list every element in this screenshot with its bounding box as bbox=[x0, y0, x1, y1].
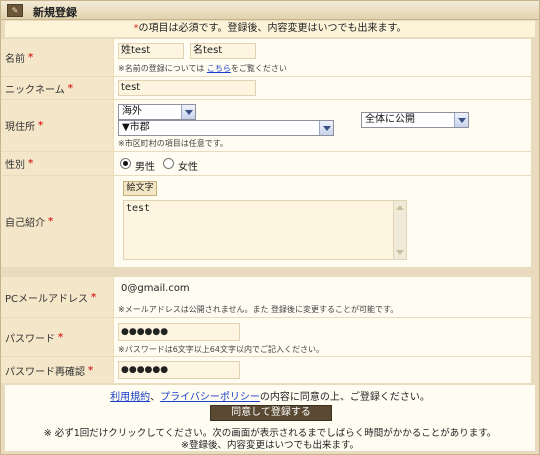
name-note: ※名前の登録については こちらをご覧ください bbox=[118, 63, 287, 74]
label-residence: 現住所 * bbox=[1, 100, 113, 151]
value-gender: 男性 女性 bbox=[114, 152, 531, 175]
required-star: * bbox=[48, 216, 54, 227]
required-notice-text: の項目は必須です。登録後、内容変更はいつでも出来ます。 bbox=[138, 23, 407, 34]
required-star: * bbox=[38, 120, 44, 131]
value-nickname: test bbox=[114, 77, 531, 99]
form-footer: 利用規約、プライバシーポリシーの内容に同意の上、ご登録ください。 同意して登録す… bbox=[5, 385, 535, 451]
submit-button[interactable]: 同意して登録する bbox=[210, 405, 332, 421]
page-title: 新規登録 bbox=[33, 6, 77, 19]
agree-text: の内容に同意の上、ご登録ください。 bbox=[259, 392, 430, 403]
edit-later-note: ※登録後、内容変更はいつでも出来ます。 bbox=[180, 440, 359, 451]
first-name-input[interactable]: 名test bbox=[190, 43, 256, 59]
intro-value: test bbox=[126, 203, 151, 214]
label-password-confirm-text: パスワード再確認 bbox=[5, 366, 85, 378]
value-password: ●●●●●● ※パスワードは6文字以上64文字以内でご記入ください。 bbox=[114, 318, 531, 356]
row-password: パスワード * ●●●●●● ※パスワードは6文字以上64文字以内でご記入ください… bbox=[1, 318, 531, 356]
chevron-down-icon bbox=[454, 113, 468, 127]
label-email: PCメールアドレス * bbox=[1, 277, 113, 317]
title-bar: ✎ 新規登録 bbox=[1, 1, 539, 20]
emoji-button[interactable]: 絵文字 bbox=[123, 181, 157, 196]
last-name-input[interactable]: 姓test bbox=[118, 43, 184, 59]
password-note: ※パスワードは6文字以上64文字以内でご記入ください。 bbox=[118, 345, 324, 354]
privacy-link[interactable]: プライバシーポリシー bbox=[160, 392, 260, 403]
scroll-up-icon[interactable] bbox=[396, 205, 404, 210]
chevron-down-icon bbox=[181, 105, 195, 119]
row-email: PCメールアドレス * 0@gmail.com ※メールアドレスは公開されません。… bbox=[1, 277, 531, 317]
row-intro: 自己紹介 * 絵文字 test bbox=[1, 176, 531, 267]
required-star: * bbox=[28, 158, 34, 169]
first-name-value: test bbox=[203, 45, 223, 56]
row-gender: 性別 * 男性 女性 bbox=[1, 152, 531, 175]
label-nickname: ニックネーム * bbox=[1, 77, 113, 99]
required-star: * bbox=[91, 291, 97, 303]
label-nickname-text: ニックネーム bbox=[5, 84, 65, 96]
required-star: * bbox=[88, 364, 94, 376]
intro-textarea[interactable]: test bbox=[123, 200, 407, 260]
label-intro: 自己紹介 * bbox=[1, 176, 113, 267]
row-password-confirm: パスワード再確認 * ●●●●●● bbox=[1, 357, 531, 383]
label-email-text: PCメールアドレス bbox=[5, 293, 89, 305]
country-select[interactable]: 海外 bbox=[118, 104, 196, 120]
required-notice: *の項目は必須です。登録後、内容変更はいつでも出来ます。 bbox=[5, 21, 535, 37]
terms-link[interactable]: 利用規約 bbox=[110, 392, 150, 403]
first-name-label: 名 bbox=[193, 45, 203, 56]
label-intro-text: 自己紹介 bbox=[5, 218, 45, 229]
city-select[interactable]: ▼市郡 bbox=[118, 120, 334, 136]
scroll-down-icon[interactable] bbox=[396, 250, 404, 255]
gender-male-radio[interactable] bbox=[120, 158, 131, 169]
required-star: * bbox=[67, 82, 73, 94]
country-value: 海外 bbox=[122, 106, 142, 117]
label-password-text: パスワード bbox=[5, 333, 55, 345]
visibility-select[interactable]: 全体に公開 bbox=[361, 112, 469, 128]
gender-female-label: 女性 bbox=[178, 162, 198, 173]
name-note-suffix: をご覧ください bbox=[230, 64, 287, 73]
email-note: ※メールアドレスは公開されません。また 登録後に変更することが可能です。 bbox=[118, 305, 399, 314]
required-star: * bbox=[58, 331, 64, 343]
agree-line: 利用規約、プライバシーポリシーの内容に同意の上、ご登録ください。 bbox=[5, 388, 535, 403]
chevron-down-icon bbox=[319, 121, 333, 135]
password-confirm-input[interactable]: ●●●●●● bbox=[118, 361, 240, 379]
label-gender-text: 性別 bbox=[5, 160, 25, 171]
last-name-label: 姓 bbox=[121, 45, 131, 56]
email-input[interactable]: 0@gmail.com bbox=[118, 281, 318, 297]
registration-panel: ✎ 新規登録 *の項目は必須です。登録後、内容変更はいつでも出来ます。 名前 * … bbox=[0, 0, 540, 455]
value-email: 0@gmail.com ※メールアドレスは公開されません。また 登録後に変更する… bbox=[114, 277, 531, 317]
label-name: 名前 * bbox=[1, 39, 113, 76]
link-separator: 、 bbox=[150, 392, 161, 403]
gender-male-label: 男性 bbox=[135, 162, 155, 173]
textarea-scrollbar[interactable] bbox=[393, 201, 406, 259]
label-gender: 性別 * bbox=[1, 152, 113, 175]
name-note-prefix: ※名前の登録については bbox=[118, 64, 205, 73]
residence-note: ※市区町村の項目は任意です。 bbox=[118, 139, 228, 148]
row-nickname: ニックネーム * test bbox=[1, 77, 531, 99]
password-input[interactable]: ●●●●●● bbox=[118, 323, 240, 341]
nickname-input[interactable]: test bbox=[118, 80, 256, 96]
last-name-value: test bbox=[131, 45, 151, 56]
form-icon: ✎ bbox=[7, 4, 23, 17]
value-residence: 海外 ▼市郡 全体に公開 ※市区町村の項目は任意です。 bbox=[114, 100, 531, 151]
city-value: ▼市郡 bbox=[122, 122, 150, 133]
label-residence-text: 現住所 bbox=[5, 122, 35, 133]
required-star: * bbox=[28, 52, 34, 63]
row-name: 名前 * 姓test 名test ※名前の登録については こちらをご覧ください bbox=[1, 39, 531, 76]
gender-female-radio[interactable] bbox=[163, 158, 174, 169]
value-name: 姓test 名test ※名前の登録については こちらをご覧ください bbox=[114, 39, 531, 76]
label-name-text: 名前 bbox=[5, 54, 25, 65]
row-residence: 現住所 * 海外 ▼市郡 全体に公開 ※市区町村の項目は任意です。 bbox=[1, 100, 531, 151]
label-password: パスワード * bbox=[1, 318, 113, 356]
visibility-value: 全体に公開 bbox=[365, 114, 415, 125]
label-password-confirm: パスワード再確認 * bbox=[1, 357, 113, 383]
name-note-link[interactable]: こちら bbox=[207, 64, 231, 73]
value-intro: 絵文字 test bbox=[114, 176, 531, 267]
value-password-confirm: ●●●●●● bbox=[114, 357, 531, 383]
